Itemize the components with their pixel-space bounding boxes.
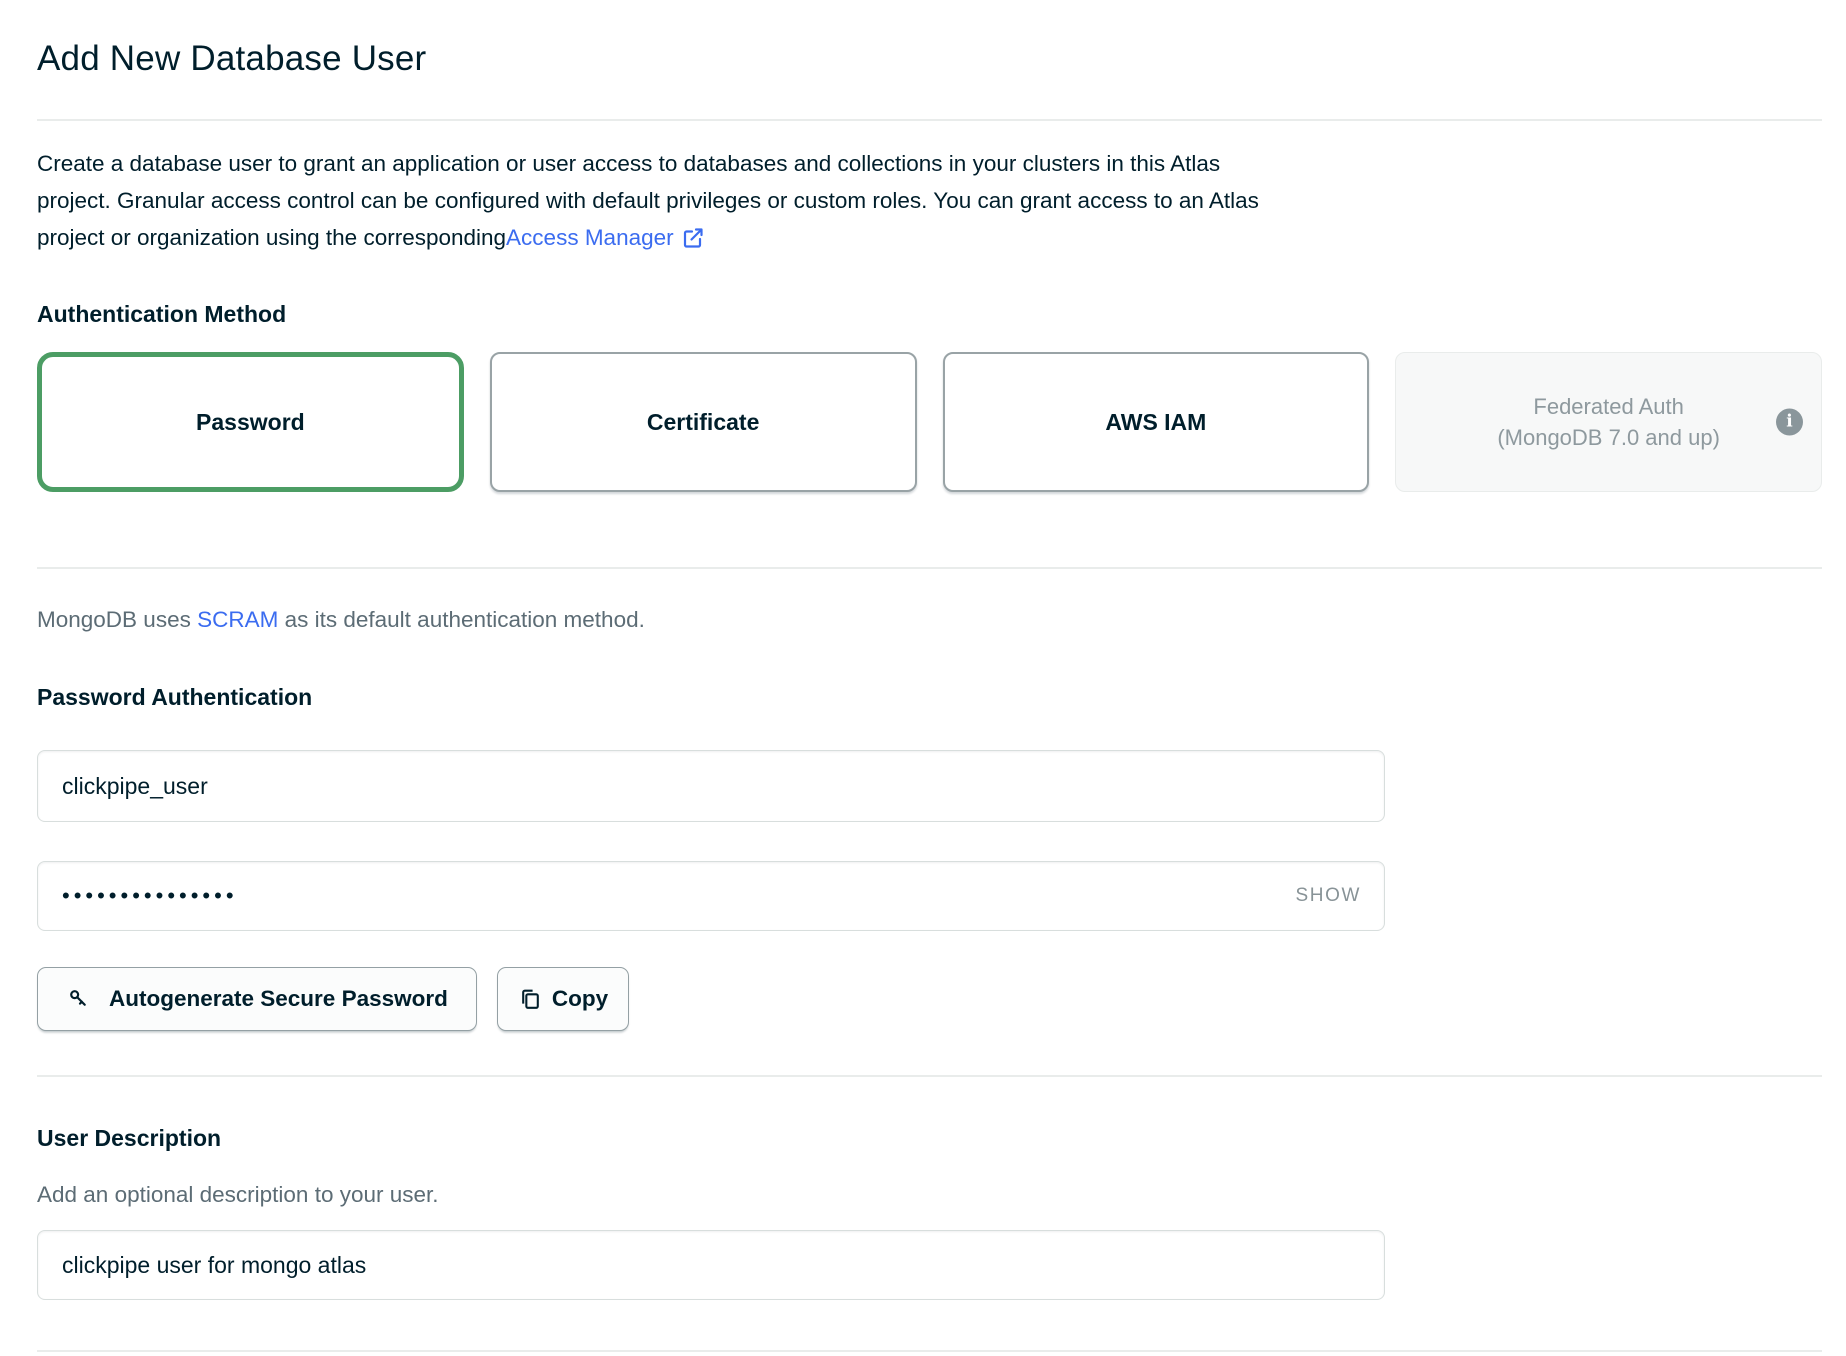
divider bbox=[37, 119, 1822, 121]
password-input[interactable] bbox=[37, 861, 1385, 931]
info-icon[interactable]: i bbox=[1776, 409, 1803, 436]
scram-note-suffix: as its default authentication method. bbox=[278, 607, 644, 632]
intro-line-3: project or organization using the corres… bbox=[37, 219, 1822, 256]
page-title: Add New Database User bbox=[37, 36, 1822, 82]
key-icon bbox=[66, 986, 92, 1012]
copy-password-button[interactable]: Copy bbox=[497, 967, 629, 1031]
divider bbox=[37, 1075, 1822, 1077]
scram-note: MongoDB uses SCRAM as its default authen… bbox=[37, 606, 1822, 634]
add-new-database-user-page: Add New Database User Create a database … bbox=[0, 36, 1846, 1352]
auth-option-aws-iam-label: AWS IAM bbox=[1105, 409, 1206, 436]
password-field-container: SHOW bbox=[37, 861, 1385, 931]
intro-paragraph: Create a database user to grant an appli… bbox=[37, 145, 1822, 256]
auth-option-certificate[interactable]: Certificate bbox=[490, 352, 917, 492]
intro-line-1: Create a database user to grant an appli… bbox=[37, 145, 1822, 182]
federated-label-line-2: (MongoDB 7.0 and up) bbox=[1497, 422, 1720, 453]
auth-option-federated-auth: Federated Auth (MongoDB 7.0 and up) i bbox=[1395, 352, 1822, 492]
divider bbox=[37, 567, 1822, 569]
auth-option-certificate-label: Certificate bbox=[647, 409, 759, 436]
show-password-button[interactable]: SHOW bbox=[1295, 885, 1361, 907]
username-input[interactable] bbox=[37, 750, 1385, 822]
federated-label-line-1: Federated Auth bbox=[1497, 391, 1720, 422]
password-actions-row: Autogenerate Secure Password Copy bbox=[37, 967, 1822, 1031]
user-description-helper-text: Add an optional description to your user… bbox=[37, 1181, 1822, 1208]
copy-button-label: Copy bbox=[552, 986, 608, 1012]
intro-line-3-text: project or organization using the corres… bbox=[37, 219, 506, 256]
divider bbox=[37, 1350, 1822, 1352]
password-authentication-heading: Password Authentication bbox=[37, 682, 1822, 712]
authentication-method-heading: Authentication Method bbox=[37, 299, 1822, 329]
auth-method-options: Password Certificate AWS IAM Federated A… bbox=[37, 352, 1822, 492]
copy-icon bbox=[518, 987, 543, 1012]
scram-link[interactable]: SCRAM bbox=[197, 607, 278, 632]
auth-option-federated-label: Federated Auth (MongoDB 7.0 and up) bbox=[1497, 391, 1720, 453]
user-description-input[interactable] bbox=[37, 1230, 1385, 1300]
external-link-icon[interactable] bbox=[681, 226, 705, 250]
intro-line-2: project. Granular access control can be … bbox=[37, 182, 1822, 219]
scram-note-prefix: MongoDB uses bbox=[37, 607, 197, 632]
autogenerate-password-button[interactable]: Autogenerate Secure Password bbox=[37, 967, 477, 1031]
access-manager-link[interactable]: Access Manager bbox=[506, 219, 674, 256]
user-description-heading: User Description bbox=[37, 1123, 1822, 1153]
auth-option-password[interactable]: Password bbox=[37, 352, 464, 492]
autogenerate-password-label: Autogenerate Secure Password bbox=[109, 986, 448, 1012]
auth-option-password-label: Password bbox=[196, 409, 305, 436]
auth-option-aws-iam[interactable]: AWS IAM bbox=[943, 352, 1370, 492]
